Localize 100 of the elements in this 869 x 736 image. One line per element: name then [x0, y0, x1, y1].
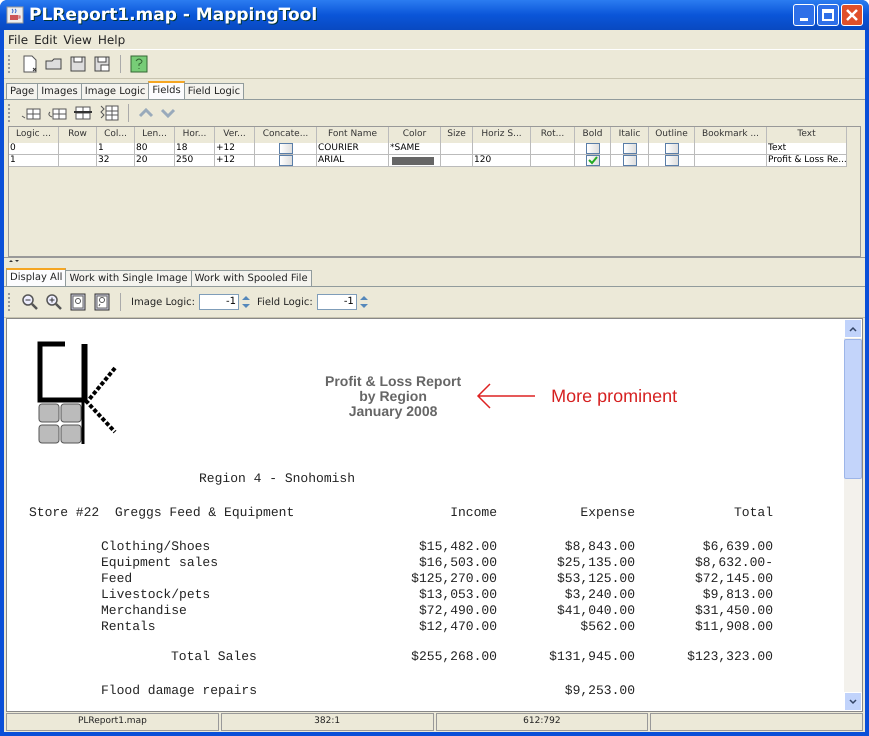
report-title: by Region — [359, 388, 427, 404]
store-heading: Store #22 Greggs Feed & Equipment — [29, 505, 296, 521]
page-zoom-icon[interactable] — [68, 292, 88, 312]
report-title: Profit & Loss Report — [325, 374, 462, 388]
tab[interactable]: Page — [6, 83, 38, 99]
table-cell: ARIAL — [317, 155, 389, 167]
column-heading: Expense — [579, 505, 635, 521]
scroll-down-icon[interactable] — [849, 698, 857, 704]
checkbox[interactable] — [279, 155, 293, 166]
scroll-up-icon[interactable] — [849, 326, 857, 332]
table-cell: 80 — [135, 143, 175, 155]
amount: $16,503.00 — [418, 555, 497, 570]
zoom-out-icon[interactable] — [20, 292, 40, 312]
annotation-text: More prominent — [551, 386, 678, 406]
minimize-button[interactable] — [793, 4, 815, 26]
spinner-label: Field Logic: — [257, 296, 313, 308]
tab[interactable]: Fields — [148, 81, 185, 99]
region-heading: Region 4 - Snohomish — [199, 471, 356, 486]
save-as-icon[interactable] — [92, 54, 112, 74]
table-cell: 120 — [473, 155, 531, 167]
checkbox[interactable] — [586, 143, 600, 154]
checkbox[interactable] — [279, 143, 293, 154]
table-cell: 18 — [175, 143, 215, 155]
spinner-field[interactable]: -1 — [199, 294, 240, 310]
checkbox[interactable] — [623, 143, 637, 154]
amount: $25,135.00 — [556, 555, 635, 570]
status-field: 612:792 — [436, 713, 648, 731]
line-label: Flood damage repairs — [100, 683, 258, 699]
check-icon — [588, 156, 598, 165]
tab[interactable]: Field Logic — [184, 83, 244, 99]
amount: $72,145.00 — [694, 571, 773, 586]
total-label: Total Sales — [170, 649, 258, 665]
amount: $41,040.00 — [556, 603, 635, 618]
spinner-arrows-icon[interactable] — [241, 295, 252, 309]
amount: $123,323.00 — [687, 649, 773, 664]
table-cell: Text — [767, 143, 847, 155]
table-cell: Profit & Loss Re... — [767, 155, 847, 167]
table-cell: *SAME — [389, 143, 441, 155]
amount: $8,843.00 — [564, 539, 635, 554]
tab[interactable]: Work with Single Image — [65, 270, 192, 286]
amount: $562.00 — [580, 619, 635, 634]
menu-item[interactable]: File — [8, 32, 28, 46]
report-title: January 2008 — [348, 404, 438, 418]
column-heading: Income — [449, 505, 497, 521]
tab[interactable]: Image Logic — [80, 83, 150, 99]
close-button[interactable] — [841, 4, 863, 26]
table-cell: 32 — [97, 155, 135, 167]
amount: $72,490.00 — [418, 603, 497, 618]
checkbox[interactable] — [665, 143, 679, 154]
amount: $6,639.00 — [702, 539, 773, 554]
table-cell — [441, 143, 473, 155]
line-label: Rentals — [100, 619, 157, 635]
amount: $3,240.00 — [564, 587, 635, 602]
splitter-arrows-icon[interactable] — [8, 259, 20, 265]
maximize-button[interactable] — [817, 4, 839, 26]
close-icon — [846, 9, 858, 21]
amount: $13,053.00 — [418, 587, 497, 602]
line-label: Merchandise — [100, 603, 188, 619]
spinner-label: Image Logic: — [131, 296, 196, 308]
column-heading: Total — [732, 505, 773, 521]
table-cell: 1 — [97, 143, 135, 155]
amount: $12,470.00 — [418, 619, 497, 634]
checkbox[interactable] — [586, 155, 600, 166]
table-cell: 250 — [175, 155, 215, 167]
zoom-in-icon[interactable] — [44, 292, 64, 312]
tab[interactable]: Work with Spooled File — [190, 270, 312, 286]
page-zoom-icon[interactable] — [92, 292, 112, 312]
spinner-field[interactable]: -1 — [316, 294, 357, 310]
help-icon[interactable] — [129, 54, 149, 74]
checkbox[interactable] — [665, 155, 679, 166]
amount: $11,908.00 — [694, 619, 773, 634]
vertical-scrollbar[interactable] — [844, 319, 862, 711]
checkbox[interactable] — [623, 155, 637, 166]
amount: $9,813.00 — [702, 587, 773, 602]
delete-row-icon[interactable] — [72, 104, 94, 122]
table-cell: 0 — [9, 143, 59, 155]
amount: $53,125.00 — [556, 571, 635, 586]
maximize-icon — [822, 9, 834, 21]
menu-item[interactable]: View — [63, 32, 92, 46]
line-label: Livestock/pets — [100, 587, 212, 603]
amount: $131,945.00 — [549, 649, 635, 664]
menu-item[interactable]: Edit — [34, 32, 58, 46]
color-swatch[interactable] — [392, 156, 434, 164]
save-icon[interactable] — [68, 54, 88, 74]
minimize-icon — [800, 18, 808, 20]
left-arrow-icon — [475, 381, 538, 411]
line-label: Feed — [100, 571, 134, 587]
status-field: 382:1 — [220, 713, 434, 731]
table-icon[interactable] — [98, 104, 120, 122]
amount: $31,450.00 — [694, 603, 773, 618]
spinner-arrows-icon[interactable] — [358, 295, 369, 309]
amount: $9,253.00 — [564, 683, 635, 698]
amount: $15,482.00 — [418, 539, 497, 554]
tab[interactable]: Display All — [6, 268, 66, 286]
tab[interactable]: Images — [37, 83, 82, 99]
window-title: PLReport1.map - MappingTool — [29, 5, 318, 25]
table-cell: +12 — [215, 143, 255, 155]
menu-item[interactable]: Help — [98, 32, 126, 46]
coffee-cup-icon — [6, 6, 24, 24]
table-cell — [473, 143, 531, 155]
